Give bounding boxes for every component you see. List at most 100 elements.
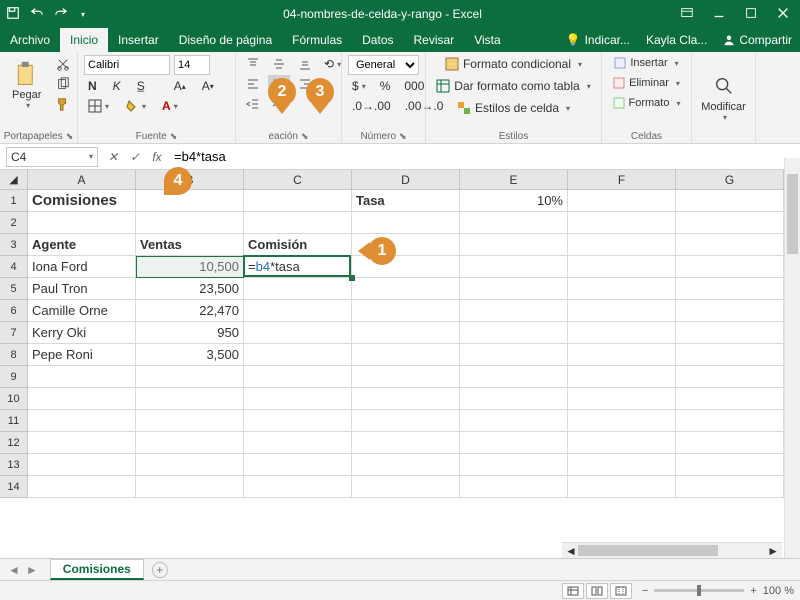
cell-E10[interactable] (460, 388, 568, 410)
cell-A11[interactable] (28, 410, 136, 432)
row-header-9[interactable]: 9 (0, 366, 28, 388)
column-header-E[interactable]: E (460, 170, 568, 189)
formula-input[interactable] (168, 146, 784, 168)
cell-E12[interactable] (460, 432, 568, 454)
fill-color-button[interactable]: ▾ (121, 97, 150, 115)
horizontal-scrollbar[interactable]: ◄► (562, 542, 782, 558)
cell-E4[interactable] (460, 256, 568, 278)
cell-E3[interactable] (460, 234, 568, 256)
cell-E8[interactable] (460, 344, 568, 366)
cell-styles-button[interactable]: Estilos de celda▾ (432, 99, 595, 117)
cell-F13[interactable] (568, 454, 676, 476)
sheet-nav-prev-icon[interactable]: ◄ (8, 563, 20, 577)
cell-D8[interactable] (352, 344, 460, 366)
cell-A1[interactable]: Comisiones (28, 190, 136, 212)
tab-datos[interactable]: Datos (352, 28, 403, 52)
cell-C12[interactable] (244, 432, 352, 454)
cell-C14[interactable] (244, 476, 352, 498)
cell-C9[interactable] (244, 366, 352, 388)
cell-C6[interactable] (244, 300, 352, 322)
vertical-scrollbar[interactable] (784, 158, 800, 558)
cell-F4[interactable] (568, 256, 676, 278)
group-editing[interactable]: Modificar ▾ (692, 52, 756, 143)
cell-A14[interactable] (28, 476, 136, 498)
format-painter-icon[interactable] (51, 95, 75, 113)
cell-C2[interactable] (244, 212, 352, 234)
row-header-3[interactable]: 3 (0, 234, 28, 256)
align-left-icon[interactable] (242, 75, 264, 93)
increase-decimal-icon[interactable]: .0→.00 (348, 97, 395, 115)
cell-A10[interactable] (28, 388, 136, 410)
cell-A8[interactable]: Pepe Roni (28, 344, 136, 366)
undo-icon[interactable] (30, 6, 44, 23)
user-name[interactable]: Kayla Cla... (638, 28, 715, 52)
cell-C11[interactable] (244, 410, 352, 432)
paste-button[interactable]: Pegar ▾ (6, 55, 47, 129)
cell-G8[interactable] (676, 344, 784, 366)
column-header-A[interactable]: A (28, 170, 136, 189)
tab-inicio[interactable]: Inicio (60, 28, 108, 52)
delete-cells-button[interactable]: Eliminar▾ (608, 75, 685, 91)
borders-button[interactable]: ▾ (84, 97, 113, 115)
cell-F5[interactable] (568, 278, 676, 300)
bold-button[interactable]: N (84, 77, 101, 95)
row-header-5[interactable]: 5 (0, 278, 28, 300)
alignment-launcher-icon[interactable]: ⬊ (301, 131, 309, 142)
cell-A9[interactable] (28, 366, 136, 388)
cancel-formula-icon[interactable]: ✕ (102, 150, 124, 164)
cell-G7[interactable] (676, 322, 784, 344)
font-launcher-icon[interactable]: ⬊ (170, 131, 178, 142)
cell-G6[interactable] (676, 300, 784, 322)
cell-G3[interactable] (676, 234, 784, 256)
cell-F9[interactable] (568, 366, 676, 388)
row-header-7[interactable]: 7 (0, 322, 28, 344)
cell-G5[interactable] (676, 278, 784, 300)
grid-area[interactable]: 1234567891011121314 ComisionesTasa10%Age… (0, 190, 800, 564)
cell-D13[interactable] (352, 454, 460, 476)
cell-E2[interactable] (460, 212, 568, 234)
cell-G11[interactable] (676, 410, 784, 432)
view-page-layout-icon[interactable] (586, 583, 608, 599)
row-header-12[interactable]: 12 (0, 432, 28, 454)
number-launcher-icon[interactable]: ⬊ (399, 131, 407, 142)
number-format-select[interactable]: General (348, 55, 419, 75)
cell-F2[interactable] (568, 212, 676, 234)
row-header-11[interactable]: 11 (0, 410, 28, 432)
cell-F6[interactable] (568, 300, 676, 322)
cell-B5[interactable]: 23,500 (136, 278, 244, 300)
cell-E11[interactable] (460, 410, 568, 432)
decrease-indent-icon[interactable] (242, 95, 264, 113)
cell-C3[interactable]: Comisión (244, 234, 352, 256)
format-cells-button[interactable]: Formato▾ (608, 95, 685, 111)
cell-B12[interactable] (136, 432, 244, 454)
font-name-select[interactable] (84, 55, 170, 75)
cell-B6[interactable]: 22,470 (136, 300, 244, 322)
cell-D5[interactable] (352, 278, 460, 300)
sheet-tab-comisiones[interactable]: Comisiones (50, 559, 144, 580)
cell-B2[interactable] (136, 212, 244, 234)
cell-E1[interactable]: 10% (460, 190, 568, 212)
cell-B11[interactable] (136, 410, 244, 432)
row-header-6[interactable]: 6 (0, 300, 28, 322)
cell-D2[interactable] (352, 212, 460, 234)
align-bottom-icon[interactable] (294, 55, 316, 73)
column-header-C[interactable]: C (244, 170, 352, 189)
cell-F1[interactable] (568, 190, 676, 212)
tell-me[interactable]: 💡Indicar... (558, 28, 638, 52)
cell-A3[interactable]: Agente (28, 234, 136, 256)
select-all-corner[interactable]: ◢ (0, 170, 28, 189)
view-normal-icon[interactable] (562, 583, 584, 599)
comma-button[interactable]: 000 (400, 77, 428, 95)
cell-F14[interactable] (568, 476, 676, 498)
zoom-slider[interactable] (654, 589, 744, 592)
close-icon[interactable] (776, 6, 790, 23)
row-header-8[interactable]: 8 (0, 344, 28, 366)
cell-G12[interactable] (676, 432, 784, 454)
cell-A12[interactable] (28, 432, 136, 454)
grow-font-button[interactable]: A▴ (170, 77, 190, 95)
autosave-icon[interactable] (6, 6, 20, 23)
cell-D7[interactable] (352, 322, 460, 344)
row-header-13[interactable]: 13 (0, 454, 28, 476)
cell-G2[interactable] (676, 212, 784, 234)
zoom-in-button[interactable]: + (750, 585, 756, 597)
